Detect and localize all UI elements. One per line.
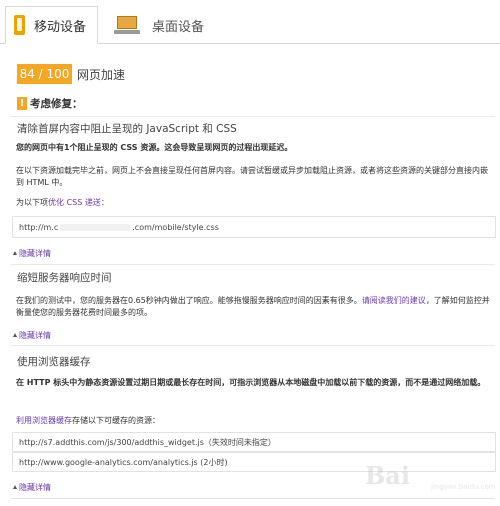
- divider: [11, 345, 495, 346]
- read-suggestions-link[interactable]: 请阅读我们的建议: [362, 296, 426, 305]
- device-tabs: 移动设备 桌面设备: [0, 0, 500, 44]
- section-summary: 您的网页中有1个阻止呈现的 CSS 资源。这会导致呈现网页的过程出现延迟。: [16, 143, 293, 152]
- redacted-text: [60, 223, 131, 231]
- tab-desktop-label: 桌面设备: [152, 19, 205, 35]
- divider: [11, 116, 495, 117]
- triangle-up-icon: [13, 251, 17, 255]
- hide-details-link[interactable]: 隐藏详情: [13, 330, 51, 341]
- section-title-server-response[interactable]: 缩短服务器响应时间: [17, 270, 112, 285]
- divider: [11, 264, 495, 265]
- warning-icon: !: [17, 97, 27, 110]
- hide-details-link[interactable]: 隐藏详情: [13, 248, 51, 259]
- hide-details-link[interactable]: 隐藏详情: [13, 482, 51, 493]
- divider: [11, 498, 495, 499]
- resource-row: http://m.c .com/mobile/style.css: [12, 216, 496, 238]
- tab-mobile[interactable]: 移动设备: [5, 6, 98, 44]
- triangle-up-icon: [13, 485, 17, 489]
- section-prompt: 利用浏览器缓存存储以下可缓存的资源：: [16, 416, 160, 425]
- score-badge: 84 / 100: [17, 64, 72, 84]
- tab-mobile-label: 移动设备: [34, 19, 87, 35]
- section-detail: 在我们的测试中，您的服务器在0.65秒钟内做出了响应。能够拖慢服务器响应时间的因…: [16, 296, 490, 317]
- resource-row: http://s7.addthis.com/js/300/addthis_wid…: [12, 432, 496, 452]
- phone-icon: [14, 15, 25, 35]
- watermark-logo: Bai jingyan.baidu.com: [365, 461, 496, 491]
- section-summary: 在 HTTP 标头中为静态资源设置过期日期或最长存在时间，可指示浏览器从本地磁盘…: [16, 378, 486, 387]
- section-detail: 在以下资源加载完毕之前，网页上不会直接呈现任何首屏内容。请尝试暂缓或异步加载阻止…: [16, 166, 488, 187]
- section-title-render-blocking[interactable]: 清除首屏内容中阻止呈现的 JavaScript 和 CSS: [17, 121, 237, 136]
- section-title-browser-cache[interactable]: 使用浏览器缓存: [17, 354, 91, 369]
- tab-desktop[interactable]: 桌面设备: [110, 6, 230, 44]
- consider-fixing-heading: 考虑修复：: [30, 98, 83, 110]
- triangle-up-icon: [13, 333, 17, 337]
- section-prompt: 为以下项优化 CSS 递送：: [16, 198, 109, 207]
- monitor-icon: [114, 15, 140, 35]
- score-label: 网页加速: [77, 68, 126, 82]
- optimize-css-link[interactable]: 优化 CSS 递送: [48, 198, 101, 207]
- leverage-cache-link[interactable]: 利用浏览器缓存: [16, 416, 72, 425]
